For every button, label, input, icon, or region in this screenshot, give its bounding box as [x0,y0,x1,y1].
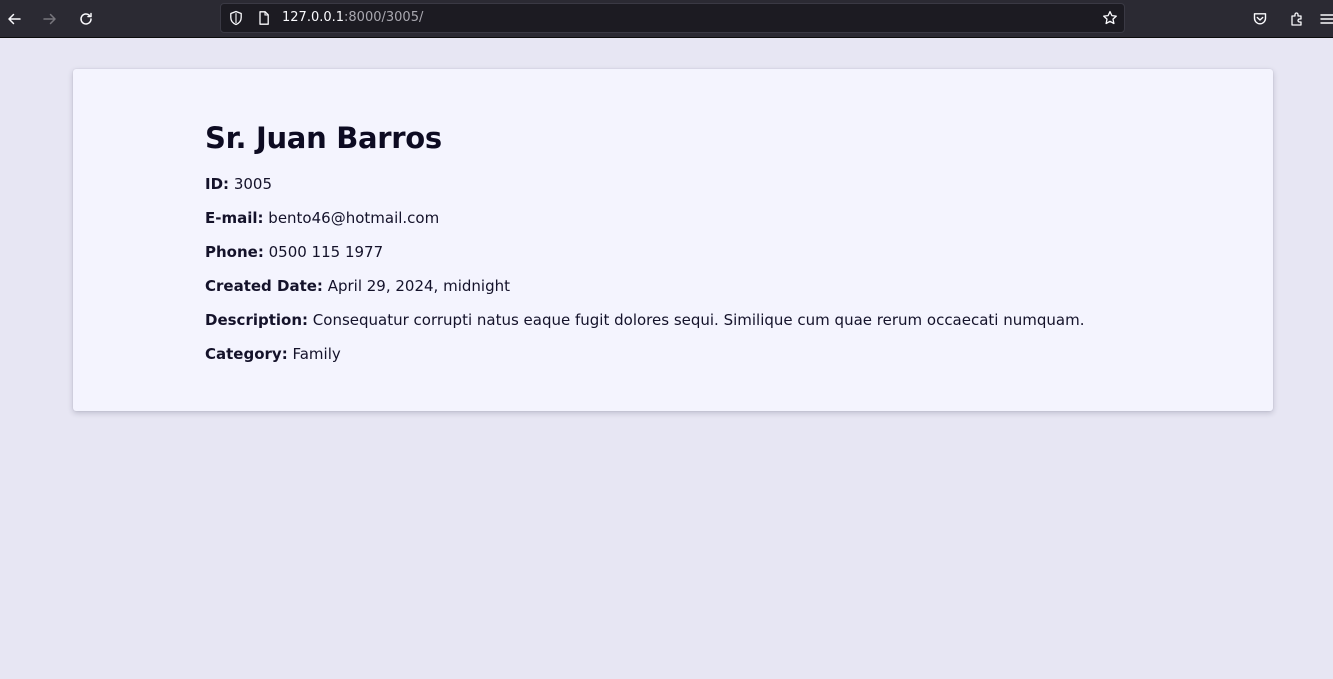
field-value: 3005 [233,175,272,193]
back-button[interactable] [0,5,28,33]
contact-name: Sr. Juan Barros [205,121,442,155]
field-value: April 29, 2024, midnight [327,277,510,295]
menu-button[interactable] [1319,5,1333,33]
page-icon[interactable] [256,10,272,26]
field-value: Consequatur corrupti natus eaque fugit d… [312,311,1085,329]
field-phone: Phone: 0500 115 1977 [205,242,383,262]
extensions-icon [1289,11,1305,27]
field-value: bento46@hotmail.com [268,209,440,227]
extensions-button[interactable] [1283,5,1311,33]
url-path: :8000/3005/ [344,10,424,25]
field-value: Family [292,345,341,363]
browser-toolbar: 127.0.0.1:8000/3005/ [0,0,1333,38]
field-label: ID: [205,175,230,193]
pocket-icon [1252,11,1268,27]
field-created-date: Created Date: April 29, 2024, midnight [205,276,510,296]
url-host: 127.0.0.1 [282,10,345,25]
menu-icon [1319,11,1333,27]
reload-icon [78,11,94,27]
star-icon[interactable] [1102,10,1118,26]
forward-button[interactable] [36,5,64,33]
address-bar[interactable]: 127.0.0.1:8000/3005/ [220,3,1125,33]
field-label: Phone: [205,243,264,261]
field-email: E-mail: bento46@hotmail.com [205,208,439,228]
field-label: Description: [205,311,309,329]
pocket-button[interactable] [1246,5,1274,33]
field-id: ID: 3005 [205,174,272,194]
shield-icon[interactable] [228,10,244,26]
field-value: 0500 115 1977 [268,243,384,261]
field-label: Created Date: [205,277,323,295]
contact-detail-card: Sr. Juan Barros ID: 3005 E-mail: bento46… [73,69,1273,411]
url-text[interactable]: 127.0.0.1:8000/3005/ [282,4,423,32]
forward-arrow-icon [42,11,58,27]
field-label: E-mail: [205,209,264,227]
field-category: Category: Family [205,344,341,364]
field-label: Category: [205,345,288,363]
reload-button[interactable] [72,5,100,33]
back-arrow-icon [6,11,22,27]
field-description: Description: Consequatur corrupti natus … [205,310,1084,330]
